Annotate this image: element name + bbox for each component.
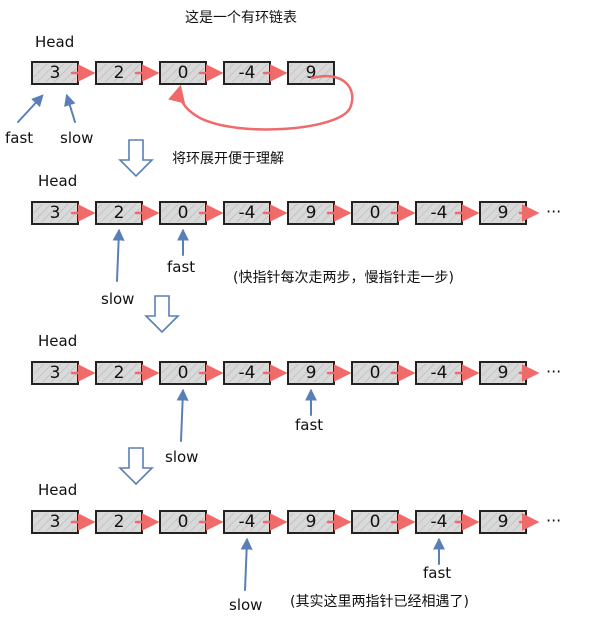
- unrolled-row: Head 3 2 0 -4 9 0 -4 9 ··· fast slow: [31, 332, 561, 466]
- node-value: -4: [431, 203, 448, 223]
- speed-note: (快指针每次走两步，慢指针走一步): [233, 269, 454, 286]
- fast-pointer-label: fast: [295, 416, 323, 434]
- slow-pointer-label: slow: [165, 448, 198, 466]
- unrolled-row: Head 3 2 0 -4 9 0 -4 9 ··· fast slow: [31, 172, 561, 308]
- list-node: 2: [95, 201, 160, 225]
- list-node: 2: [95, 510, 160, 534]
- fast-pointer-label: fast: [5, 129, 33, 147]
- ellipsis: ···: [546, 362, 561, 381]
- down-arrow: [144, 295, 180, 334]
- node-value: 3: [50, 512, 61, 532]
- list-node: 9: [479, 510, 540, 534]
- down-arrow: [118, 447, 154, 486]
- list-node: 3: [31, 361, 96, 385]
- list-node: 0: [351, 361, 416, 385]
- ellipsis: ···: [546, 202, 561, 221]
- meet-note: (其实这里两指针已经相遇了): [290, 593, 469, 610]
- list-node: 3: [31, 61, 96, 85]
- unroll-note: 将环展开便于理解: [172, 151, 284, 167]
- node-value: 2: [114, 63, 125, 83]
- list-node: 3: [31, 201, 96, 225]
- list-node: 2: [95, 61, 160, 85]
- node-value: 0: [370, 363, 381, 383]
- slow-pointer-label: slow: [229, 596, 262, 614]
- head-label: Head: [35, 33, 74, 51]
- list-node: -4: [415, 361, 480, 385]
- head-label: Head: [38, 332, 77, 350]
- list-node: -4: [223, 201, 288, 225]
- node-value: -4: [239, 63, 256, 83]
- list-node: 9: [287, 61, 335, 85]
- head-label: Head: [38, 172, 77, 190]
- list-node: -4: [223, 361, 288, 385]
- node-value: 9: [306, 63, 317, 83]
- cycle-list-row: Head 3 2 0 -4 9 fast slow: [5, 33, 354, 147]
- fast-pointer-label: fast: [167, 258, 195, 276]
- node-value: 0: [370, 512, 381, 532]
- head-label: Head: [38, 481, 77, 499]
- fast-pointer-label: fast: [423, 564, 451, 582]
- list-node: 0: [159, 361, 224, 385]
- node-value: 9: [498, 512, 509, 532]
- node-value: 9: [306, 512, 317, 532]
- node-value: 9: [498, 363, 509, 383]
- node-value: 3: [50, 203, 61, 223]
- list-node: 9: [287, 201, 352, 225]
- diagram-title: 这是一个有环链表: [185, 9, 297, 26]
- node-value: 2: [114, 512, 125, 532]
- node-value: 9: [498, 203, 509, 223]
- slow-pointer-arrow: [64, 93, 76, 123]
- list-node: 0: [351, 510, 416, 534]
- slow-pointer-label: slow: [60, 129, 93, 147]
- node-value: 0: [178, 512, 189, 532]
- node-value: 0: [370, 203, 381, 223]
- node-value: -4: [239, 512, 256, 532]
- list-node: -4: [415, 510, 480, 534]
- slow-pointer-arrow: [176, 388, 189, 442]
- node-value: 9: [306, 363, 317, 383]
- node-value: 0: [178, 63, 189, 83]
- list-node: 3: [31, 510, 96, 534]
- node-value: 2: [114, 363, 125, 383]
- slow-pointer-label: slow: [101, 290, 134, 308]
- node-value: -4: [431, 512, 448, 532]
- node-value: 3: [50, 63, 61, 83]
- node-value: -4: [239, 203, 256, 223]
- node-value: -4: [239, 363, 256, 383]
- ellipsis: ···: [546, 511, 561, 530]
- linked-list-cycle-diagram: 这是一个有环链表 Head 3 2 0 -4 9 fast slow 将环展开便于理解 …: [5, 9, 561, 614]
- list-node: 9: [287, 361, 352, 385]
- list-node: 0: [159, 61, 224, 85]
- node-value: 3: [50, 363, 61, 383]
- node-value: 0: [178, 363, 189, 383]
- node-value: 9: [306, 203, 317, 223]
- down-arrow: [118, 139, 154, 178]
- slow-pointer-arrow: [112, 228, 125, 282]
- list-node: 9: [479, 361, 540, 385]
- node-value: 2: [114, 203, 125, 223]
- node-value: 0: [178, 203, 189, 223]
- list-node: 0: [159, 510, 224, 534]
- fast-pointer-arrow: [17, 94, 44, 123]
- list-node: 2: [95, 361, 160, 385]
- list-node: 9: [479, 201, 540, 225]
- list-node: -4: [223, 61, 288, 85]
- list-node: -4: [415, 201, 480, 225]
- list-node: 0: [159, 201, 224, 225]
- slow-pointer-arrow: [240, 537, 253, 591]
- list-node: 0: [351, 201, 416, 225]
- list-node: -4: [223, 510, 288, 534]
- list-node: 9: [287, 510, 352, 534]
- node-value: -4: [431, 363, 448, 383]
